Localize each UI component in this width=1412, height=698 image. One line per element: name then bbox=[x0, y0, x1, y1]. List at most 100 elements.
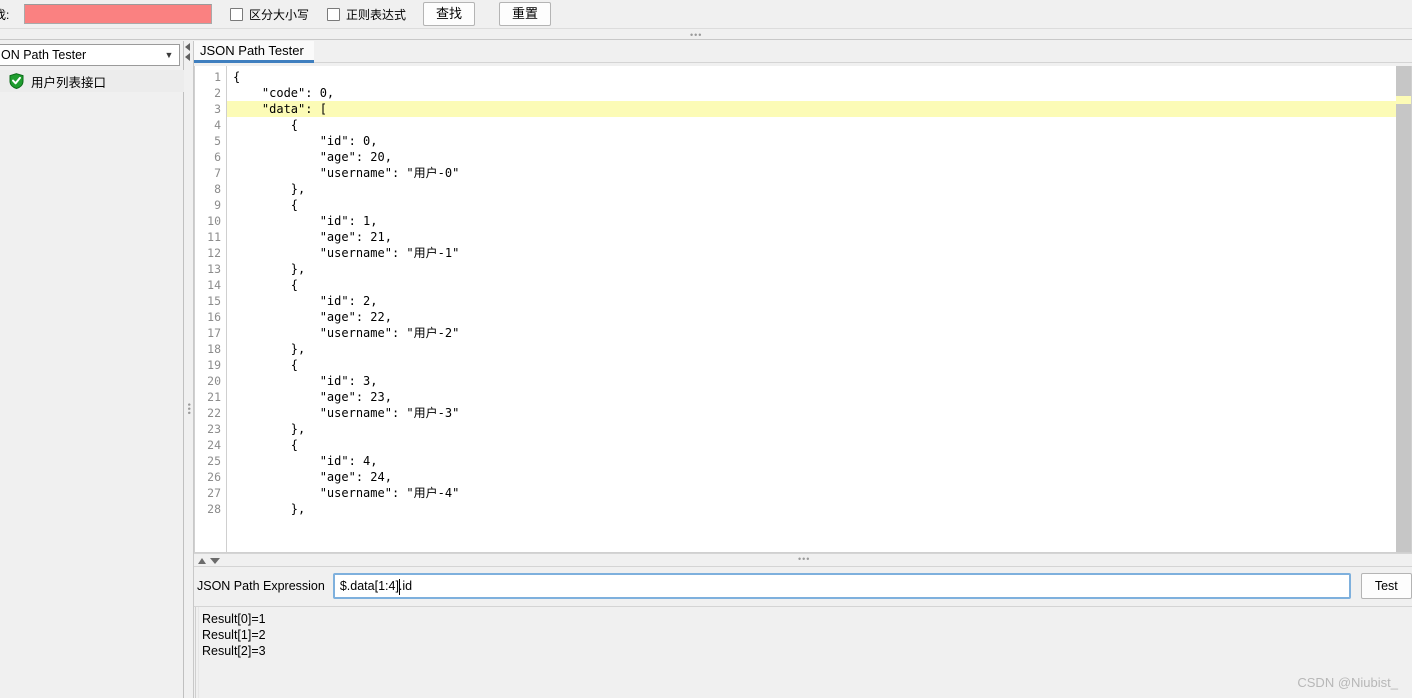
splitter-grip-dots: ••• bbox=[798, 554, 811, 564]
find-label: 找: bbox=[0, 7, 10, 22]
tab-bar: JSON Path Tester bbox=[185, 41, 1412, 63]
case-sensitive-option[interactable]: 区分大小写 bbox=[230, 6, 309, 23]
line-number: 4 bbox=[214, 118, 221, 132]
code-line[interactable]: "id": 0, bbox=[227, 133, 1411, 149]
line-number: 3 bbox=[214, 102, 221, 116]
editor-bottom-splitter[interactable]: ••• bbox=[194, 553, 1412, 567]
code-line[interactable]: { bbox=[227, 437, 1411, 453]
splitter-grip-dots: ••• bbox=[184, 403, 194, 416]
search-input[interactable] bbox=[24, 4, 212, 24]
line-number: 16 bbox=[207, 310, 221, 324]
chevron-left-icon[interactable] bbox=[185, 43, 190, 51]
line-number: 23 bbox=[207, 422, 221, 436]
line-number: 8 bbox=[214, 182, 221, 196]
code-line[interactable]: "username": "用户-0" bbox=[227, 165, 1411, 181]
line-number: 19 bbox=[207, 358, 221, 372]
line-number: 15 bbox=[207, 294, 221, 308]
code-line[interactable]: "age": 21, bbox=[227, 229, 1411, 245]
line-number: 6 bbox=[214, 150, 221, 164]
tab-json-path-tester[interactable]: JSON Path Tester bbox=[194, 41, 314, 63]
main-content-panel: JSON Path Tester 1 2 3 4 5 6 7 8 9 10 11 12 13 14 15 16… bbox=[185, 41, 1412, 698]
case-sensitive-checkbox[interactable] bbox=[230, 7, 243, 21]
code-line[interactable]: }, bbox=[227, 261, 1411, 277]
jsonpath-expression-input[interactable]: $.data[1:4].id bbox=[332, 573, 1351, 599]
chevron-down-icon: ▼ bbox=[164, 50, 174, 60]
code-line[interactable]: "data": [ bbox=[227, 101, 1411, 117]
json-source-editor[interactable]: 1 2 3 4 5 6 7 8 9 10 11 12 13 14 15 16 17 18 19 20 21 22 23 24 2… bbox=[194, 66, 1412, 553]
module-select[interactable]: ON Path Tester ▼ bbox=[0, 44, 180, 66]
result-line: Result[1]=2 bbox=[202, 628, 266, 642]
regex-option[interactable]: 正则表达式 bbox=[327, 6, 406, 23]
expression-label: JSON Path Expression bbox=[197, 579, 325, 593]
find-button[interactable]: 查找 bbox=[423, 2, 476, 26]
sidebar-item-label: 用户列表接口 bbox=[31, 75, 107, 90]
line-number: 25 bbox=[207, 454, 221, 468]
code-line[interactable]: }, bbox=[227, 341, 1411, 357]
highlight-scroll-marker bbox=[1396, 96, 1411, 104]
results-panel[interactable]: Result[0]=1 Result[1]=2 Result[2]=3 bbox=[194, 606, 1412, 698]
line-number: 7 bbox=[214, 166, 221, 180]
code-line[interactable]: "age": 22, bbox=[227, 309, 1411, 325]
code-line[interactable]: { bbox=[227, 357, 1411, 373]
code-line[interactable]: { bbox=[227, 197, 1411, 213]
case-sensitive-label: 区分大小写 bbox=[249, 7, 310, 22]
line-number: 24 bbox=[207, 438, 221, 452]
code-line[interactable]: "id": 2, bbox=[227, 293, 1411, 309]
code-line[interactable]: "code": 0, bbox=[227, 85, 1411, 101]
line-number: 2 bbox=[214, 86, 221, 100]
top-horizontal-splitter[interactable]: ••• bbox=[0, 28, 1412, 40]
regex-checkbox[interactable] bbox=[327, 7, 341, 21]
test-button[interactable]: Test bbox=[1360, 573, 1412, 599]
module-select-value: ON Path Tester bbox=[1, 48, 87, 62]
chevron-right-icon[interactable] bbox=[185, 53, 190, 61]
collapse-up-icon[interactable] bbox=[198, 558, 206, 564]
line-number: 18 bbox=[207, 342, 221, 356]
line-number-gutter: 1 2 3 4 5 6 7 8 9 10 11 12 13 14 15 16 17 18 19 20 21 22 23 24 2… bbox=[195, 66, 227, 552]
collapse-down-icon[interactable] bbox=[210, 558, 220, 564]
code-line[interactable]: { bbox=[227, 117, 1411, 133]
expression-value: $.data[1:4].id bbox=[339, 579, 413, 593]
splitter-grip-dots: ••• bbox=[690, 30, 703, 40]
results-left-rail bbox=[195, 607, 199, 698]
left-sidebar: ▾ ON Path Tester ▼ 用户列表接口 bbox=[0, 41, 184, 698]
code-line[interactable]: { bbox=[227, 69, 1411, 85]
code-line[interactable]: { bbox=[227, 277, 1411, 293]
search-toolbar: 找: 区分大小写 正则表达式 查找 重置 bbox=[0, 0, 1412, 28]
code-area[interactable]: { "code": 0, "data": [ { "id": 0, "age":… bbox=[227, 66, 1411, 552]
code-line[interactable]: "username": "用户-3" bbox=[227, 405, 1411, 421]
reset-button[interactable]: 重置 bbox=[499, 2, 552, 26]
code-line[interactable]: "id": 3, bbox=[227, 373, 1411, 389]
code-line[interactable]: "id": 4, bbox=[227, 453, 1411, 469]
line-number: 22 bbox=[207, 406, 221, 420]
shield-check-icon bbox=[9, 73, 24, 89]
line-number: 12 bbox=[207, 246, 221, 260]
code-line[interactable]: "username": "用户-1" bbox=[227, 245, 1411, 261]
line-number: 1 bbox=[214, 70, 221, 84]
code-line[interactable]: }, bbox=[227, 181, 1411, 197]
code-line[interactable]: "age": 20, bbox=[227, 149, 1411, 165]
result-line: Result[2]=3 bbox=[202, 644, 266, 658]
line-number: 13 bbox=[207, 262, 221, 276]
watermark: CSDN @Niubist_ bbox=[1297, 675, 1398, 690]
code-line[interactable]: "age": 23, bbox=[227, 389, 1411, 405]
line-number: 26 bbox=[207, 470, 221, 484]
line-number: 11 bbox=[207, 230, 221, 244]
line-number: 5 bbox=[214, 134, 221, 148]
tab-scroll-buttons[interactable] bbox=[184, 41, 194, 63]
code-line[interactable]: "id": 1, bbox=[227, 213, 1411, 229]
sidebar-item-user-list-api[interactable]: 用户列表接口 bbox=[0, 70, 184, 92]
line-number: 9 bbox=[214, 198, 221, 212]
regex-label: 正则表达式 bbox=[346, 7, 407, 22]
vertical-splitter[interactable]: ••• bbox=[184, 41, 194, 698]
line-number: 14 bbox=[207, 278, 221, 292]
code-line[interactable]: "username": "用户-4" bbox=[227, 485, 1411, 501]
code-line[interactable]: "username": "用户-2" bbox=[227, 325, 1411, 341]
line-number: 17 bbox=[207, 326, 221, 340]
editor-vertical-scrollbar[interactable] bbox=[1396, 66, 1411, 552]
code-line[interactable]: "age": 24, bbox=[227, 469, 1411, 485]
tab-label: JSON Path Tester bbox=[200, 43, 304, 58]
json-path-tester-window: 找: 区分大小写 正则表达式 查找 重置 ••• ▾ ON Path Teste… bbox=[0, 0, 1412, 698]
code-line[interactable]: }, bbox=[227, 501, 1411, 517]
line-number: 28 bbox=[207, 502, 221, 516]
code-line[interactable]: }, bbox=[227, 421, 1411, 437]
